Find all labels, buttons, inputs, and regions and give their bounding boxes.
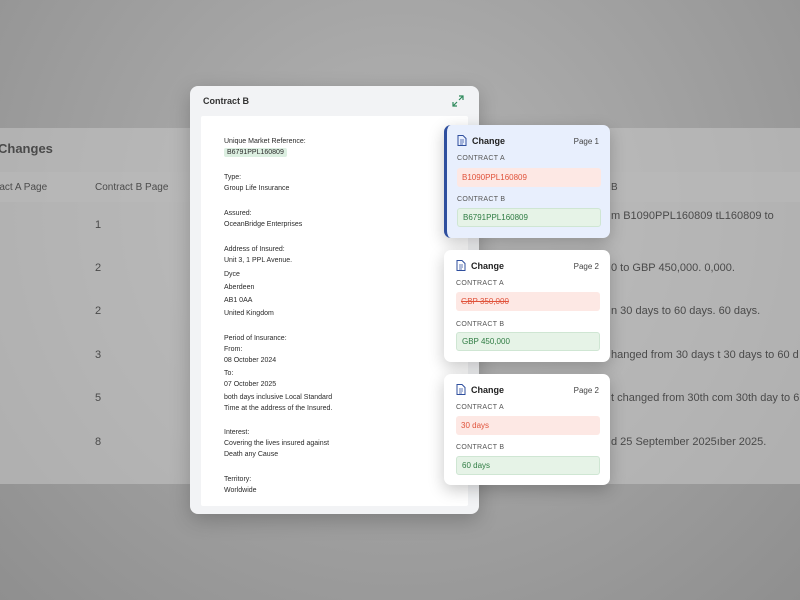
period-from-value: 08 October 2024 — [224, 357, 277, 364]
contract-a-label: CONTRACT A — [456, 404, 504, 411]
interest-line-2: Death any Cause — [224, 451, 279, 458]
expand-icon[interactable] — [452, 95, 464, 107]
address-line-2: Dyce — [224, 271, 240, 278]
address-line-1: Unit 3, 1 PPL Avenue. — [224, 257, 293, 264]
table-row-6-b-page: 8 — [95, 436, 102, 448]
contract-b-value: B6791PPL160809 — [457, 208, 601, 227]
period-note-1: both days inclusive Local Standard — [224, 394, 333, 401]
table-row-1-b-page: 1 — [95, 219, 102, 231]
change-page-label: Page 2 — [573, 386, 599, 395]
change-page-label: Page 1 — [573, 137, 599, 146]
table-row-5-desc: t changed from 30th com 30th day to 6 — [611, 392, 800, 404]
contract-a-value: 30 days — [456, 416, 600, 435]
table-row-1-desc: m B1090PPL160809 tL160809 to — [611, 210, 774, 222]
table-row-2-desc: 0 to GBP 450,000. 0,000. — [611, 262, 735, 274]
contract-a-label: CONTRACT A — [457, 155, 505, 162]
table-row-3-b-page: 2 — [95, 305, 102, 317]
change-page-label: Page 2 — [573, 262, 599, 271]
type-label: Type: — [224, 174, 242, 181]
interest-label: Interest: — [224, 429, 250, 436]
contract-b-value: GBP 450,000 — [456, 332, 600, 351]
document-title: Contract B — [203, 96, 250, 106]
change-card-3[interactable]: Change Page 2 CONTRACT A 30 days CONTRAC… — [444, 374, 610, 485]
territory-value: Worldwide — [224, 487, 257, 494]
table-row-2-b-page: 2 — [95, 262, 102, 274]
change-card-2[interactable]: Change Page 2 CONTRACT A GBP 350,000 CON… — [444, 250, 610, 362]
contract-a-value: GBP 350,000 — [456, 292, 600, 311]
contract-b-document-card: Contract B Unique Market Reference: B679… — [190, 86, 479, 514]
changes-table-title: Changes — [0, 141, 53, 156]
contract-b-label: CONTRACT B — [456, 444, 505, 451]
contract-a-label: CONTRACT A — [456, 280, 504, 287]
period-label: Period of Insurance: — [224, 335, 287, 342]
document-icon — [456, 260, 466, 271]
column-header-description-fragment: B — [611, 182, 618, 193]
address-line-4: AB1 0AA — [224, 297, 253, 304]
territory-label: Territory: — [224, 476, 252, 483]
table-row-6-desc: d 25 September 2025ıber 2025. — [611, 436, 767, 448]
contract-b-label: CONTRACT B — [456, 321, 505, 328]
type-value: Group Life Insurance — [224, 185, 290, 192]
table-row-3-desc: n 30 days to 60 days. 60 days. — [611, 305, 761, 317]
address-line-3: Aberdeen — [224, 284, 255, 291]
contract-a-value: B1090PPL160809 — [457, 168, 601, 187]
assured-value: OceanBridge Enterprises — [224, 221, 303, 228]
assured-label: Assured: — [224, 210, 252, 217]
period-to-label: To: — [224, 370, 234, 377]
address-line-5: United Kingdom — [224, 310, 274, 317]
table-row-5-b-page: 5 — [95, 392, 102, 404]
change-card-1[interactable]: Change Page 1 CONTRACT A B1090PPL160809 … — [444, 125, 610, 238]
umr-value-highlight: B6791PPL160809 — [224, 148, 287, 157]
column-header-contract-b-page: Contract B Page — [95, 182, 169, 193]
contract-b-label: CONTRACT B — [457, 196, 506, 203]
table-row-4-desc: hanged from 30 days t 30 days to 60 d — [611, 349, 799, 361]
document-icon — [457, 135, 467, 146]
period-to-value: 07 October 2025 — [224, 381, 277, 388]
interest-line-1: Covering the lives insured against — [224, 440, 330, 447]
table-row-4-b-page: 3 — [95, 349, 102, 361]
address-label: Address of Insured: — [224, 246, 285, 253]
change-label: Change — [471, 385, 505, 395]
umr-label: Unique Market Reference: — [224, 138, 306, 145]
document-icon — [456, 384, 466, 395]
column-header-contract-a-page: ract A Page — [0, 182, 48, 193]
period-from-label: From: — [224, 346, 243, 353]
contract-b-value: 60 days — [456, 456, 600, 475]
umr-value: B6791PPL160809 — [224, 148, 287, 157]
document-page: Unique Market Reference: B6791PPL160809 … — [201, 116, 468, 506]
change-label: Change — [472, 136, 506, 146]
period-note-2: Time at the address of the Insured. — [224, 405, 333, 412]
change-label: Change — [471, 261, 505, 271]
